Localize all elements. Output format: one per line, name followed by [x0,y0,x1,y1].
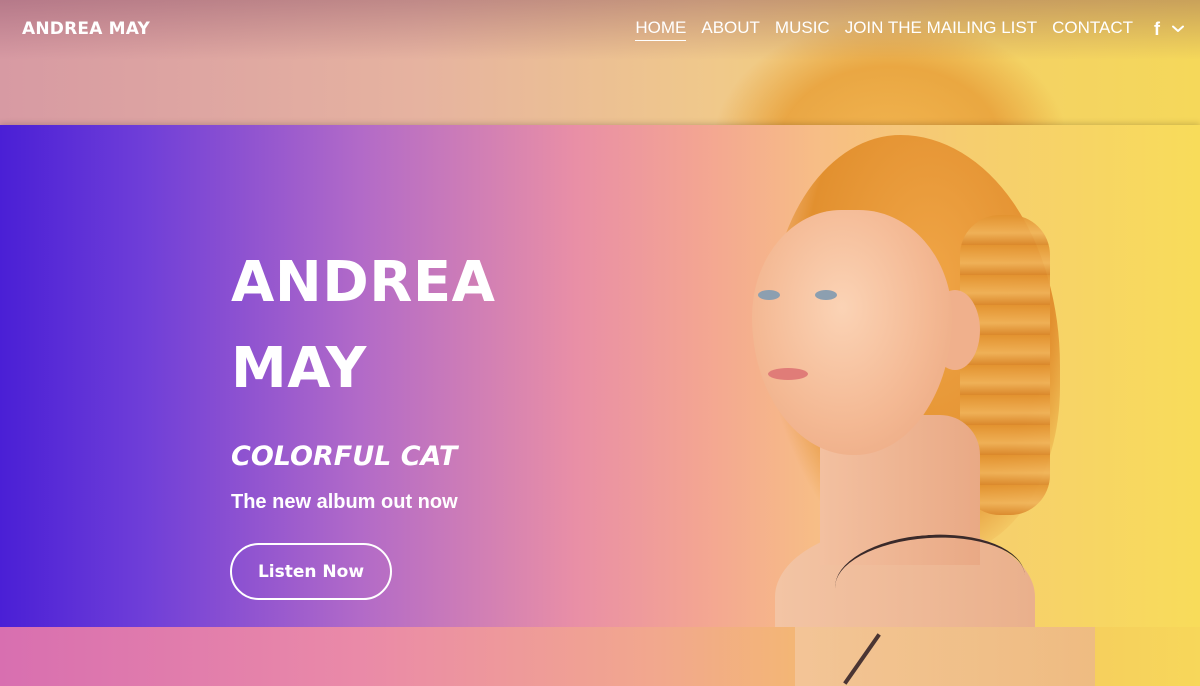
hero-title-line-2: MAY [231,336,367,401]
nav-music[interactable]: MUSIC [775,18,830,40]
hero-title: ANDREA MAY [231,240,495,412]
site-logo[interactable]: ANDREA MAY [22,19,150,39]
main-nav: HOME ABOUT MUSIC JOIN THE MAILING LIST C… [635,18,1184,41]
listen-now-button[interactable]: Listen Now [230,543,392,600]
photo-lips [768,368,808,380]
album-title: COLORFUL CAT [231,441,458,472]
photo-eye-left [758,290,780,300]
footer-band [0,627,1200,686]
nav-mailing-list[interactable]: JOIN THE MAILING LIST [845,18,1037,40]
nav-home[interactable]: HOME [635,18,687,41]
chevron-down-icon[interactable] [1172,25,1184,33]
nav-about[interactable]: ABOUT [701,18,760,40]
background-photo-shoulder [795,627,1095,686]
nav-contact[interactable]: CONTACT [1052,18,1133,40]
hero-section [0,125,1200,627]
site-header: ANDREA MAY HOME ABOUT MUSIC JOIN THE MAI… [0,0,1200,58]
hero-tagline: The new album out now [231,491,458,513]
facebook-icon[interactable]: f [1154,19,1164,40]
social-links: f [1154,19,1184,40]
hero-title-line-1: ANDREA [231,250,496,315]
page: ANDREA MAY HOME ABOUT MUSIC JOIN THE MAI… [0,0,1200,686]
photo-eye-right [815,290,837,300]
